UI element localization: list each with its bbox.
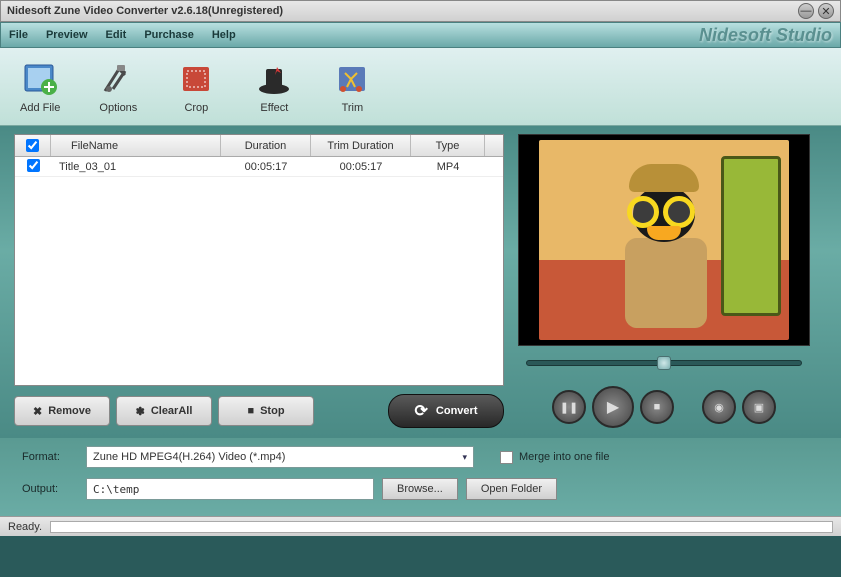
crop-icon xyxy=(176,59,216,99)
progress-bar xyxy=(50,521,833,533)
preview-video-frame xyxy=(539,140,789,340)
main-area: FileName Duration Trim Duration Type Tit… xyxy=(0,126,841,438)
row-trim-duration: 00:05:17 xyxy=(311,161,411,173)
row-type: MP4 xyxy=(411,161,485,173)
chevron-down-icon: ▾ xyxy=(462,452,467,463)
row-checkbox[interactable] xyxy=(15,159,51,175)
format-label: Format: xyxy=(22,451,78,463)
play-icon: ▶ xyxy=(607,397,619,417)
merge-text: Merge into one file xyxy=(519,451,610,463)
browse-button[interactable]: Browse... xyxy=(382,478,458,500)
effect-label: Effect xyxy=(260,102,288,114)
crop-label: Crop xyxy=(184,102,208,114)
header-filename[interactable]: FileName xyxy=(51,135,221,156)
crop-button[interactable]: Crop xyxy=(176,59,216,114)
merge-checkbox[interactable] xyxy=(500,451,513,464)
stop-button[interactable]: ■ Stop xyxy=(218,396,314,426)
minimize-button[interactable]: — xyxy=(798,3,814,19)
menu-edit[interactable]: Edit xyxy=(106,29,127,41)
stop-playback-icon: ■ xyxy=(654,401,661,413)
preview-pane xyxy=(518,134,810,346)
add-file-icon xyxy=(20,59,60,99)
close-button[interactable]: ✕ xyxy=(818,3,834,19)
add-file-label: Add File xyxy=(20,102,60,114)
menu-help[interactable]: Help xyxy=(212,29,236,41)
folder-icon: ▣ xyxy=(754,401,764,414)
titlebar: Nidesoft Zune Video Converter v2.6.18(Un… xyxy=(0,0,841,22)
open-folder-button[interactable]: Open Folder xyxy=(466,478,557,500)
effect-button[interactable]: Effect xyxy=(254,59,294,114)
menubar: File Preview Edit Purchase Help Nidesoft… xyxy=(0,22,841,48)
window-title: Nidesoft Zune Video Converter v2.6.18(Un… xyxy=(7,5,283,17)
header-checkbox[interactable] xyxy=(15,135,51,156)
header-type[interactable]: Type xyxy=(411,135,485,156)
trim-button[interactable]: Trim xyxy=(332,59,372,114)
row-duration: 00:05:17 xyxy=(221,161,311,173)
effect-icon xyxy=(254,59,294,99)
remove-label: Remove xyxy=(48,405,91,417)
output-label: Output: xyxy=(22,483,78,495)
menu-preview[interactable]: Preview xyxy=(46,29,88,41)
clear-all-button[interactable]: ✽ ClearAll xyxy=(116,396,212,426)
status-text: Ready. xyxy=(8,521,42,533)
header-duration[interactable]: Duration xyxy=(221,135,311,156)
action-row: ✖ Remove ✽ ClearAll ■ Stop ⟳ Convert xyxy=(14,394,504,428)
right-panel: ❚❚ ▶ ■ ◉ ▣ xyxy=(518,134,810,428)
clear-icon: ✽ xyxy=(136,405,145,418)
output-row: Output: Browse... Open Folder xyxy=(22,478,819,500)
statusbar: Ready. xyxy=(0,516,841,536)
menu-list: File Preview Edit Purchase Help xyxy=(9,29,236,41)
snapshot-icon: ◉ xyxy=(714,401,724,414)
header-trim-duration[interactable]: Trim Duration xyxy=(311,135,411,156)
left-panel: FileName Duration Trim Duration Type Tit… xyxy=(14,134,504,428)
options-label: Options xyxy=(99,102,137,114)
seek-slider[interactable] xyxy=(526,360,802,366)
add-file-button[interactable]: Add File xyxy=(20,59,60,114)
options-button[interactable]: Options xyxy=(98,59,138,114)
pause-button[interactable]: ❚❚ xyxy=(552,390,586,424)
menu-purchase[interactable]: Purchase xyxy=(144,29,194,41)
format-value: Zune HD MPEG4(H.264) Video (*.mp4) xyxy=(93,451,285,463)
table-header-row: FileName Duration Trim Duration Type xyxy=(15,135,503,157)
playback-controls: ❚❚ ▶ ■ ◉ ▣ xyxy=(518,386,810,428)
menu-file[interactable]: File xyxy=(9,29,28,41)
bottom-form: Format: Zune HD MPEG4(H.264) Video (*.mp… xyxy=(0,438,841,516)
convert-label: Convert xyxy=(436,405,478,417)
open-snapshot-folder-button[interactable]: ▣ xyxy=(742,390,776,424)
format-select[interactable]: Zune HD MPEG4(H.264) Video (*.mp4) ▾ xyxy=(86,446,474,468)
format-row: Format: Zune HD MPEG4(H.264) Video (*.mp… xyxy=(22,446,819,468)
table-row[interactable]: Title_03_01 00:05:17 00:05:17 MP4 xyxy=(15,157,503,177)
minimize-icon: — xyxy=(801,5,812,17)
convert-button[interactable]: ⟳ Convert xyxy=(388,394,504,428)
merge-checkbox-label[interactable]: Merge into one file xyxy=(500,451,610,464)
file-table: FileName Duration Trim Duration Type Tit… xyxy=(14,134,504,386)
stop-label: Stop xyxy=(260,405,284,417)
row-filename: Title_03_01 xyxy=(51,161,221,173)
snapshot-button[interactable]: ◉ xyxy=(702,390,736,424)
close-icon: ✕ xyxy=(821,5,830,18)
trim-label: Trim xyxy=(342,102,364,114)
remove-button[interactable]: ✖ Remove xyxy=(14,396,110,426)
toolbar: Add File Options Crop Effect Trim xyxy=(0,48,841,126)
remove-icon: ✖ xyxy=(33,405,42,418)
play-button[interactable]: ▶ xyxy=(592,386,634,428)
brand-logo: Nidesoft Studio xyxy=(699,25,832,46)
output-path-input[interactable] xyxy=(86,478,374,500)
convert-icon: ⟳ xyxy=(415,401,428,421)
pause-icon: ❚❚ xyxy=(560,401,578,414)
seek-thumb[interactable] xyxy=(657,356,671,370)
trim-icon xyxy=(332,59,372,99)
clear-all-label: ClearAll xyxy=(151,405,193,417)
options-icon xyxy=(98,59,138,99)
stop-icon: ■ xyxy=(247,405,254,417)
stop-playback-button[interactable]: ■ xyxy=(640,390,674,424)
titlebar-buttons: — ✕ xyxy=(798,3,834,19)
